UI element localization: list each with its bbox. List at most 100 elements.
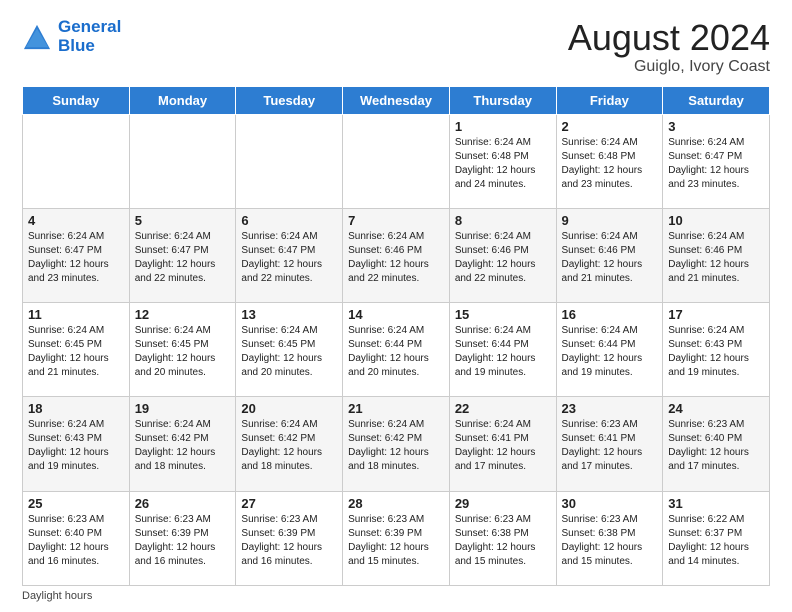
cell-content: 16Sunrise: 6:24 AM Sunset: 6:44 PM Dayli… xyxy=(562,307,658,380)
cell-content: 5Sunrise: 6:24 AM Sunset: 6:47 PM Daylig… xyxy=(135,213,231,286)
day-number: 23 xyxy=(562,401,658,416)
day-number: 2 xyxy=(562,119,658,134)
calendar-cell xyxy=(236,114,343,208)
title-block: August 2024 Guiglo, Ivory Coast xyxy=(568,18,770,76)
day-info: Sunrise: 6:24 AM Sunset: 6:42 PM Dayligh… xyxy=(135,418,231,474)
calendar-cell: 14 Sunrise: 6:24 AM Sunset: 6:44 PM Dayli… xyxy=(343,303,450,397)
day-number: 18 xyxy=(28,401,124,416)
cell-content: 24Sunrise: 6:23 AM Sunset: 6:40 PM Dayli… xyxy=(668,401,764,474)
logo: General Blue xyxy=(22,18,121,55)
calendar-cell: 24Sunrise: 6:23 AM Sunset: 6:40 PM Dayli… xyxy=(663,397,770,491)
day-number: 16 xyxy=(562,307,658,322)
calendar-cell xyxy=(23,114,130,208)
day-info: Sunrise: 6:24 AM Sunset: 6:48 PM Dayligh… xyxy=(562,136,658,192)
cell-content: 27 Sunrise: 6:23 AM Sunset: 6:39 PM Dayli… xyxy=(241,496,337,569)
cell-content: 28 Sunrise: 6:23 AM Sunset: 6:39 PM Dayli… xyxy=(348,496,444,569)
cell-content: 17Sunrise: 6:24 AM Sunset: 6:43 PM Dayli… xyxy=(668,307,764,380)
calendar-cell xyxy=(129,114,236,208)
day-info: Sunrise: 6:23 AM Sunset: 6:40 PM Dayligh… xyxy=(28,513,124,569)
day-info: Sunrise: 6:24 AM Sunset: 6:45 PM Dayligh… xyxy=(28,324,124,380)
day-info: Sunrise: 6:23 AM Sunset: 6:39 PM Dayligh… xyxy=(348,513,444,569)
calendar-cell: 13Sunrise: 6:24 AM Sunset: 6:45 PM Dayli… xyxy=(236,303,343,397)
calendar-header: SundayMondayTuesdayWednesdayThursdayFrid… xyxy=(23,86,770,114)
day-number: 26 xyxy=(135,496,231,511)
day-number: 8 xyxy=(455,213,551,228)
day-number: 28 xyxy=(348,496,444,511)
calendar-cell: 21 Sunrise: 6:24 AM Sunset: 6:42 PM Dayli… xyxy=(343,397,450,491)
calendar-cell: 16Sunrise: 6:24 AM Sunset: 6:44 PM Dayli… xyxy=(556,303,663,397)
calendar-cell: 5Sunrise: 6:24 AM Sunset: 6:47 PM Daylig… xyxy=(129,208,236,302)
cell-content: 8Sunrise: 6:24 AM Sunset: 6:46 PM Daylig… xyxy=(455,213,551,286)
day-info: Sunrise: 6:24 AM Sunset: 6:47 PM Dayligh… xyxy=(668,136,764,192)
day-info: Sunrise: 6:24 AM Sunset: 6:43 PM Dayligh… xyxy=(668,324,764,380)
calendar-week-2: 4Sunrise: 6:24 AM Sunset: 6:47 PM Daylig… xyxy=(23,208,770,302)
cell-content: 4Sunrise: 6:24 AM Sunset: 6:47 PM Daylig… xyxy=(28,213,124,286)
day-number: 19 xyxy=(135,401,231,416)
header-day-tuesday: Tuesday xyxy=(236,86,343,114)
day-info: Sunrise: 6:23 AM Sunset: 6:39 PM Dayligh… xyxy=(241,513,337,569)
cell-content: 31 Sunrise: 6:22 AM Sunset: 6:37 PM Dayli… xyxy=(668,496,764,569)
day-number: 12 xyxy=(135,307,231,322)
cell-content: 1Sunrise: 6:24 AM Sunset: 6:48 PM Daylig… xyxy=(455,119,551,192)
day-info: Sunrise: 6:24 AM Sunset: 6:44 PM Dayligh… xyxy=(348,324,444,380)
calendar-cell: 4Sunrise: 6:24 AM Sunset: 6:47 PM Daylig… xyxy=(23,208,130,302)
calendar-cell: 27 Sunrise: 6:23 AM Sunset: 6:39 PM Dayli… xyxy=(236,491,343,585)
calendar-cell: 3 Sunrise: 6:24 AM Sunset: 6:47 PM Daylig… xyxy=(663,114,770,208)
calendar-table: SundayMondayTuesdayWednesdayThursdayFrid… xyxy=(22,86,770,586)
day-number: 30 xyxy=(562,496,658,511)
logo-text: General Blue xyxy=(58,18,121,55)
cell-content: 6Sunrise: 6:24 AM Sunset: 6:47 PM Daylig… xyxy=(241,213,337,286)
day-number: 9 xyxy=(562,213,658,228)
header: General Blue August 2024 Guiglo, Ivory C… xyxy=(22,18,770,76)
calendar-cell: 11 Sunrise: 6:24 AM Sunset: 6:45 PM Dayli… xyxy=(23,303,130,397)
day-number: 15 xyxy=(455,307,551,322)
day-info: Sunrise: 6:24 AM Sunset: 6:44 PM Dayligh… xyxy=(455,324,551,380)
day-info: Sunrise: 6:23 AM Sunset: 6:39 PM Dayligh… xyxy=(135,513,231,569)
calendar-cell: 9 Sunrise: 6:24 AM Sunset: 6:46 PM Daylig… xyxy=(556,208,663,302)
day-info: Sunrise: 6:24 AM Sunset: 6:45 PM Dayligh… xyxy=(135,324,231,380)
calendar-cell: 22Sunrise: 6:24 AM Sunset: 6:41 PM Dayli… xyxy=(449,397,556,491)
page-title: August 2024 xyxy=(568,18,770,58)
cell-content: 11 Sunrise: 6:24 AM Sunset: 6:45 PM Dayli… xyxy=(28,307,124,380)
cell-content: 2 Sunrise: 6:24 AM Sunset: 6:48 PM Daylig… xyxy=(562,119,658,192)
day-number: 31 xyxy=(668,496,764,511)
calendar-cell: 7Sunrise: 6:24 AM Sunset: 6:46 PM Daylig… xyxy=(343,208,450,302)
day-info: Sunrise: 6:24 AM Sunset: 6:47 PM Dayligh… xyxy=(135,230,231,286)
cell-content: 13Sunrise: 6:24 AM Sunset: 6:45 PM Dayli… xyxy=(241,307,337,380)
calendar-cell: 1Sunrise: 6:24 AM Sunset: 6:48 PM Daylig… xyxy=(449,114,556,208)
calendar-cell: 20Sunrise: 6:24 AM Sunset: 6:42 PM Dayli… xyxy=(236,397,343,491)
header-day-monday: Monday xyxy=(129,86,236,114)
day-info: Sunrise: 6:24 AM Sunset: 6:47 PM Dayligh… xyxy=(28,230,124,286)
calendar-week-5: 25Sunrise: 6:23 AM Sunset: 6:40 PM Dayli… xyxy=(23,491,770,585)
day-info: Sunrise: 6:24 AM Sunset: 6:42 PM Dayligh… xyxy=(348,418,444,474)
day-number: 7 xyxy=(348,213,444,228)
day-info: Sunrise: 6:22 AM Sunset: 6:37 PM Dayligh… xyxy=(668,513,764,569)
day-info: Sunrise: 6:24 AM Sunset: 6:48 PM Dayligh… xyxy=(455,136,551,192)
cell-content: 9 Sunrise: 6:24 AM Sunset: 6:46 PM Daylig… xyxy=(562,213,658,286)
calendar-cell: 23 Sunrise: 6:23 AM Sunset: 6:41 PM Dayli… xyxy=(556,397,663,491)
logo-icon xyxy=(22,23,52,51)
calendar-cell: 29Sunrise: 6:23 AM Sunset: 6:38 PM Dayli… xyxy=(449,491,556,585)
day-number: 21 xyxy=(348,401,444,416)
cell-content: 26 Sunrise: 6:23 AM Sunset: 6:39 PM Dayli… xyxy=(135,496,231,569)
calendar-week-4: 18Sunrise: 6:24 AM Sunset: 6:43 PM Dayli… xyxy=(23,397,770,491)
day-info: Sunrise: 6:24 AM Sunset: 6:45 PM Dayligh… xyxy=(241,324,337,380)
day-number: 6 xyxy=(241,213,337,228)
day-info: Sunrise: 6:23 AM Sunset: 6:38 PM Dayligh… xyxy=(455,513,551,569)
cell-content: 7Sunrise: 6:24 AM Sunset: 6:46 PM Daylig… xyxy=(348,213,444,286)
calendar-cell: 30Sunrise: 6:23 AM Sunset: 6:38 PM Dayli… xyxy=(556,491,663,585)
day-number: 27 xyxy=(241,496,337,511)
day-number: 3 xyxy=(668,119,764,134)
cell-content: 14 Sunrise: 6:24 AM Sunset: 6:44 PM Dayli… xyxy=(348,307,444,380)
cell-content: 18Sunrise: 6:24 AM Sunset: 6:43 PM Dayli… xyxy=(28,401,124,474)
calendar-cell: 6Sunrise: 6:24 AM Sunset: 6:47 PM Daylig… xyxy=(236,208,343,302)
calendar-cell: 19 Sunrise: 6:24 AM Sunset: 6:42 PM Dayli… xyxy=(129,397,236,491)
calendar-cell: 2 Sunrise: 6:24 AM Sunset: 6:48 PM Daylig… xyxy=(556,114,663,208)
day-number: 14 xyxy=(348,307,444,322)
day-number: 11 xyxy=(28,307,124,322)
day-info: Sunrise: 6:23 AM Sunset: 6:41 PM Dayligh… xyxy=(562,418,658,474)
cell-content: 29Sunrise: 6:23 AM Sunset: 6:38 PM Dayli… xyxy=(455,496,551,569)
day-number: 20 xyxy=(241,401,337,416)
day-info: Sunrise: 6:24 AM Sunset: 6:46 PM Dayligh… xyxy=(562,230,658,286)
day-info: Sunrise: 6:24 AM Sunset: 6:41 PM Dayligh… xyxy=(455,418,551,474)
